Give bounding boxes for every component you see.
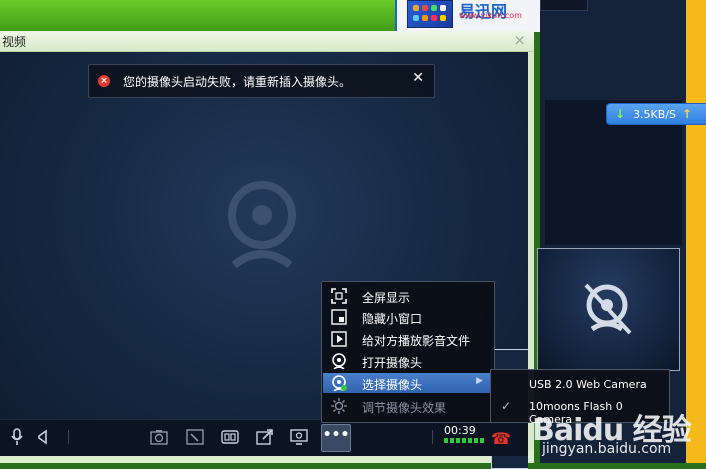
submenu-arrow-icon: ▶ (476, 376, 483, 386)
menu-item-play-media[interactable]: 给对方播放影音文件 (323, 329, 493, 349)
webcam-icon (228, 181, 296, 269)
more-options-button[interactable]: ••• (321, 424, 351, 452)
menu-item-label: 隐藏小窗口 (362, 312, 423, 326)
microphone-icon[interactable] (8, 428, 26, 446)
remote-video-panel[interactable] (537, 248, 680, 371)
checkmark-icon: ✓ (501, 399, 512, 413)
menu-item-label: 给对方播放影音文件 (362, 334, 471, 348)
baidu-watermark: Baidu 经验 jingyan.baidu.com (532, 405, 706, 463)
camera-off-icon (584, 283, 632, 335)
window-title: 视频 (2, 35, 27, 49)
background-strip (686, 0, 706, 463)
error-icon: × (98, 75, 110, 87)
submenu-item-label: USB 2.0 Web Camera (529, 378, 647, 391)
error-notification: × 您的摄像头启动失败，请重新插入摄像头。 ✕ (88, 64, 435, 98)
upload-arrow-icon: ↑ (682, 107, 693, 121)
layout-icon[interactable] (221, 428, 239, 446)
menu-item-label: 打开摄像头 (362, 356, 423, 370)
network-speed-badge: ↓ 3.5KB/S ↑ (606, 103, 706, 125)
watermark-url: jingyan.baidu.com (542, 441, 672, 457)
menu-item-adjust-camera: 调节摄像头效果 (323, 396, 493, 416)
window-titlebar[interactable]: 视频 × (0, 31, 534, 52)
snapshot-icon[interactable] (150, 428, 168, 446)
window-close-button[interactable]: × (513, 31, 526, 49)
menu-item-hide-window[interactable]: 隐藏小窗口 (323, 307, 493, 327)
camera-icon (332, 353, 346, 369)
menu-item-fullscreen[interactable]: 全屏显示 (323, 286, 493, 306)
brightness-icon (331, 398, 347, 414)
fullscreen-icon (331, 288, 347, 304)
play-media-icon (331, 331, 347, 347)
audio-level-meter (444, 438, 484, 443)
divider (68, 430, 69, 444)
menu-item-label: 选择摄像头 (362, 378, 423, 392)
remote-desktop-icon[interactable] (290, 428, 308, 446)
hangup-button[interactable]: ☎ (491, 429, 511, 448)
divider (432, 430, 433, 444)
menu-item-select-camera[interactable]: 选择摄像头 ▶ (323, 373, 493, 393)
screen-annotate-icon[interactable] (186, 428, 204, 446)
ad-url: www.yixun.com (459, 11, 522, 20)
more-options-menu: 全屏显示 隐藏小窗口 给对方播放影音文件 打开摄像头 选择摄像头 ▶ 调节摄像头… (321, 281, 495, 423)
share-icon[interactable] (256, 428, 274, 446)
desktop-background (0, 0, 395, 32)
error-message: 您的摄像头启动失败，请重新插入摄像头。 (123, 75, 352, 89)
phone-image (407, 0, 453, 28)
menu-item-label: 调节摄像头效果 (362, 401, 447, 415)
menu-item-open-camera[interactable]: 打开摄像头 (323, 351, 493, 371)
control-bar: ••• 00:39 ☎ (0, 419, 528, 456)
background-panel-top (540, 0, 588, 11)
notification-close-button[interactable]: ✕ (412, 70, 424, 86)
camera-select-icon (332, 375, 347, 391)
download-arrow-icon: ↓ (615, 107, 626, 121)
submenu-item-usb-camera[interactable]: USB 2.0 Web Camera (491, 374, 669, 396)
ad-banner[interactable]: 易迅网 www.yixun.com (395, 0, 542, 32)
speaker-icon[interactable] (34, 428, 52, 446)
call-timer: 00:39 (444, 424, 476, 437)
network-speed-value: 3.5KB/S (633, 107, 677, 121)
hide-window-icon (331, 309, 347, 325)
menu-item-label: 全屏显示 (362, 291, 411, 305)
